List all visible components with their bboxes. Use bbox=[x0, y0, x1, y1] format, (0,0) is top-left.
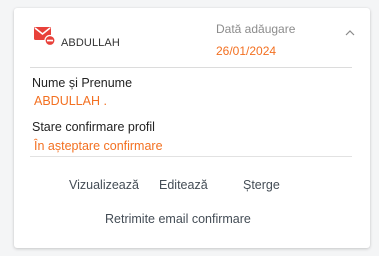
full-name-label: Nume și Prenume bbox=[32, 76, 133, 90]
view-button[interactable]: Vizualizează bbox=[69, 178, 139, 192]
chevron-up-icon[interactable] bbox=[344, 28, 356, 38]
header-divider bbox=[30, 67, 352, 68]
user-card: ABDULLAH Dată adăugare 26/01/2024 Nume ș… bbox=[14, 8, 370, 248]
date-added-label: Dată adăugare bbox=[216, 22, 296, 36]
profile-status-value: În așteptare confirmare bbox=[34, 139, 163, 153]
status-divider bbox=[30, 156, 352, 157]
profile-status-label: Stare confirmare profil bbox=[32, 120, 155, 134]
user-name: ABDULLAH bbox=[61, 37, 120, 49]
date-added-value: 26/01/2024 bbox=[216, 44, 277, 58]
resend-confirmation-email-button[interactable]: Retrimite email confirmare bbox=[105, 212, 251, 226]
delete-button[interactable]: Șterge bbox=[243, 178, 280, 192]
edit-button[interactable]: Editează bbox=[159, 178, 208, 192]
full-name-value: ABDULLAH . bbox=[34, 94, 107, 108]
mail-blocked-icon bbox=[34, 27, 56, 46]
